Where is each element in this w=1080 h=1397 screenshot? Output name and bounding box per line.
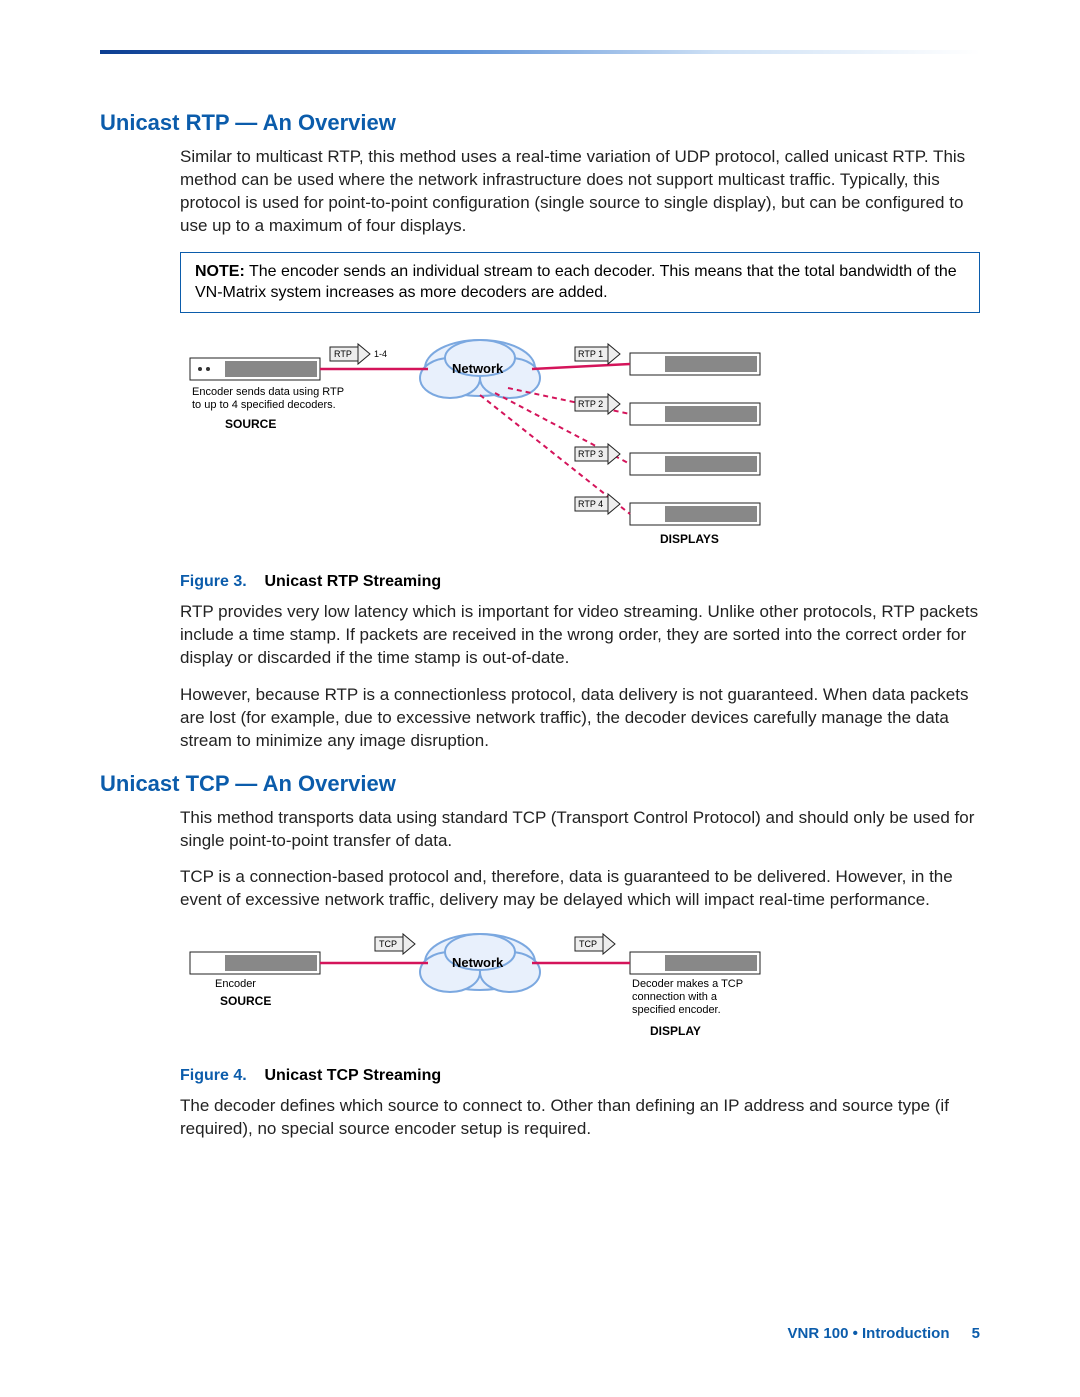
tcp2-label: TCP [579,939,597,949]
rtp1-label: RTP 1 [578,349,603,359]
source-label: SOURCE [225,417,276,431]
figure-number: Figure 4. [180,1067,247,1084]
top-gradient-bar [100,50,980,54]
paragraph: Similar to multicast RTP, this method us… [180,146,980,238]
note-box: NOTE: The encoder sends an individual st… [180,252,980,313]
paragraph: However, because RTP is a connectionless… [180,684,980,753]
rtp4-label: RTP 4 [578,499,603,509]
paragraph: RTP provides very low latency which is i… [180,601,980,670]
rtp3-label: RTP 3 [578,449,603,459]
tcp1-label: TCP [379,939,397,949]
paragraph: The decoder defines which source to conn… [180,1095,980,1141]
figure-title: Unicast RTP Streaming [264,573,441,590]
note-label: NOTE: [195,263,245,280]
page: Unicast RTP — An Overview Similar to mul… [0,0,1080,1397]
figure-number: Figure 3. [180,573,247,590]
decoder-caption-1: Decoder makes a TCP [632,978,743,990]
paragraph: This method transports data using standa… [180,807,980,853]
network-label: Network [452,361,504,376]
section2-body: This method transports data using standa… [180,807,980,1142]
network-label: Network [452,955,504,970]
decoder-caption-3: specified encoder. [632,1004,721,1016]
display-label: DISPLAY [650,1024,701,1038]
encoder-label: Encoder [215,978,256,990]
source-label: SOURCE [220,994,271,1008]
section-heading-unicast-tcp: Unicast TCP — An Overview [100,771,980,797]
diagram-caption-1: Encoder sends data using RTP [192,386,344,398]
rtp-src-range: 1-4 [374,349,387,359]
footer-text: VNR 100 • Introduction [788,1325,950,1342]
figure-4-diagram: Network TCP [180,927,980,1047]
figure-4-caption: Figure 4. Unicast TCP Streaming [180,1067,980,1085]
paragraph: TCP is a connection-based protocol and, … [180,866,980,912]
page-footer: VNR 100 • Introduction 5 [788,1325,980,1342]
page-content: Unicast RTP — An Overview Similar to mul… [100,50,980,1141]
figure-3-caption: Figure 3. Unicast RTP Streaming [180,573,980,591]
diagram-caption-2: to up to 4 specified decoders. [192,399,336,411]
note-text: The encoder sends an individual stream t… [195,263,957,302]
section1-body: Similar to multicast RTP, this method us… [180,146,980,753]
rtp-src-label: RTP [334,349,352,359]
rtp2-label: RTP 2 [578,399,603,409]
displays-label: DISPLAYS [660,532,719,546]
figure-3-diagram: Network RTP [180,333,980,553]
figure-title: Unicast TCP Streaming [264,1067,441,1084]
section-heading-unicast-rtp: Unicast RTP — An Overview [100,110,980,136]
decoder-caption-2: connection with a [632,991,718,1003]
page-number: 5 [972,1325,980,1342]
